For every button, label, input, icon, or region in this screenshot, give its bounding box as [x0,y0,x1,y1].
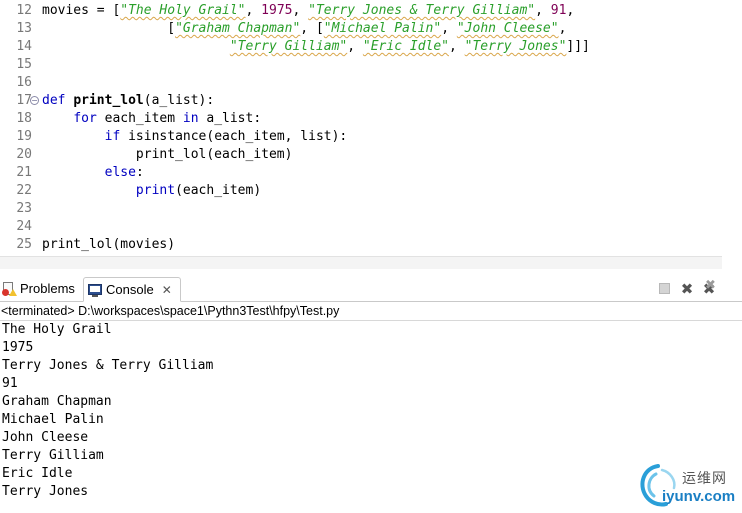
line-number: 16 [16,75,32,90]
console-output-line: Michael Palin [2,412,104,427]
code-token: each_item [96,111,183,126]
console-icon [88,283,102,297]
code-line[interactable]: for each_item in a_list: [42,110,261,128]
editor-horizontal-scrollbar[interactable] [0,256,722,269]
code-token-kw: else [104,165,136,180]
code-token: (each_item) [175,183,262,198]
watermark-domain-text: iyunv.com [662,488,736,505]
code-token-fn: print_lol [73,93,144,108]
code-line[interactable]: movies = ["The Holy Grail", 1975, "Terry… [42,2,574,20]
console-output-line: 91 [2,376,18,391]
code-token-str: "The Holy Grail" [120,3,246,18]
code-line[interactable]: print(each_item) [42,182,261,200]
code-token: , [558,21,567,36]
problems-icon [2,282,17,296]
code-token: , [292,3,309,18]
code-line[interactable]: print_lol(movies) [42,236,175,254]
line-number: 14 [16,39,32,54]
code-token: : [135,165,144,180]
line-number: 15 [16,57,32,72]
code-token: , [566,3,575,18]
code-token-str: "John Cleese" [456,21,559,36]
fold-toggle-icon[interactable]: − [30,96,39,105]
tab-problems[interactable]: Problems [2,278,75,300]
line-number: 19 [16,129,32,144]
console-output-line: Terry Gilliam [2,448,104,463]
code-token-str: "Terry Jones" [464,39,567,54]
tab-console-label: Console [106,281,154,297]
code-token-str: "Graham Chapman" [175,21,301,36]
ide-window: 12 movies = ["The Holy Grail", 1975, "Ter… [0,0,742,513]
code-line[interactable]: ["Graham Chapman", ["Michael Palin", "Jo… [42,20,566,38]
code-line[interactable]: "Terry Gilliam", "Eric Idle", "Terry Jon… [42,38,590,56]
code-token: , [347,39,363,54]
watermark-logo: 运维网 iyunv.com [636,462,740,512]
code-line[interactable]: if isinstance(each_item, list): [42,128,348,146]
code-token: print_lol(each_item) [42,147,293,162]
code-token-str: "Eric Idle" [362,39,449,54]
code-token-str: "Terry Gilliam" [229,39,348,54]
code-token: , [535,3,551,18]
code-token: , [449,39,465,54]
code-token-kw: if [104,129,121,144]
code-token: , [245,3,262,18]
tab-problems-label: Problems [20,281,75,296]
code-token-kw: in [182,111,199,126]
code-line[interactable]: def print_lol(a_list): [42,92,214,110]
code-token-num: 91 [550,3,567,18]
console-output-line: Eric Idle [2,466,73,481]
remove-all-ghost-glyph: ✖ [705,278,716,293]
code-line[interactable]: print_lol(each_item) [42,146,293,164]
code-token: ]]] [566,39,590,54]
code-token: (a_list): [143,93,215,108]
console-output-line: The Holy Grail [2,322,112,337]
line-number: 13 [16,21,32,36]
code-token-kw: def [42,93,66,108]
close-icon[interactable]: ✕ [162,279,172,301]
code-token-str: "Michael Palin" [323,21,442,36]
code-token-num: 1975 [261,3,293,18]
code-token: print_lol(movies) [42,237,176,252]
code-token: a_list: [198,111,262,126]
line-number: 25 [16,237,32,252]
line-number: 21 [16,165,32,180]
line-number: 20 [16,147,32,162]
console-output-line: Terry Jones [2,484,89,499]
line-number: 22 [16,183,32,198]
console-view-tabbar: Problems Console ✕ ✖ ✖ ✖ [0,276,742,302]
line-number: 12 [16,3,32,18]
line-number: 23 [16,201,32,216]
terminate-icon[interactable] [657,281,673,297]
code-line[interactable]: else: [42,164,144,182]
code-token: , [ [300,21,324,36]
line-number: 17 [16,93,32,108]
watermark-chinese-text: 运维网 [682,471,727,487]
code-token: [ [42,21,176,36]
console-status-line: <terminated> D:\workspaces\space1\Pythn3… [0,302,742,321]
console-output-line: Terry Jones & Terry Gilliam [2,358,214,373]
code-editor[interactable]: 12 movies = ["The Holy Grail", 1975, "Ter… [0,0,722,256]
console-output-line: Graham Chapman [2,394,112,409]
console-output-line: 1975 [2,340,34,355]
tab-console[interactable]: Console ✕ [83,277,181,302]
remove-all-terminated-icon[interactable]: ✖ ✖ [701,278,717,297]
code-token-str: "Terry Jones & Terry Gilliam" [308,3,536,18]
code-token: , [441,21,457,36]
line-number: 18 [16,111,32,126]
code-token-kw: for [73,111,97,126]
code-token: isinstance(each_item, list): [120,129,348,144]
code-token: movies = [ [42,3,121,18]
remove-launch-icon[interactable]: ✖ [679,281,695,297]
line-number: 24 [16,219,32,234]
console-output-line: John Cleese [2,430,89,445]
code-token-bi: print [135,183,176,198]
editor-vertical-scrollbar[interactable] [722,0,742,268]
